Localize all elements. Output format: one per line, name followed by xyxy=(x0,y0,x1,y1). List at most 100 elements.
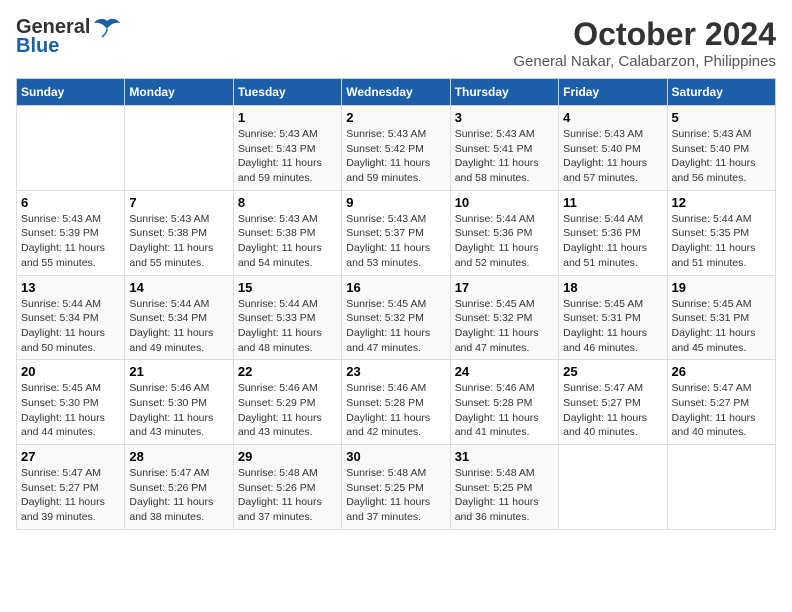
calendar-week-row: 20Sunrise: 5:45 AMSunset: 5:30 PMDayligh… xyxy=(17,360,776,445)
day-number: 30 xyxy=(346,449,445,464)
day-number: 29 xyxy=(238,449,337,464)
title-area: October 2024 General Nakar, Calabarzon, … xyxy=(513,16,776,70)
day-number: 26 xyxy=(672,364,771,379)
day-info: Sunrise: 5:46 AMSunset: 5:28 PMDaylight:… xyxy=(346,381,445,440)
calendar-cell: 30Sunrise: 5:48 AMSunset: 5:25 PMDayligh… xyxy=(342,445,450,530)
day-info: Sunrise: 5:43 AMSunset: 5:41 PMDaylight:… xyxy=(455,127,554,186)
day-info: Sunrise: 5:43 AMSunset: 5:40 PMDaylight:… xyxy=(563,127,662,186)
day-info: Sunrise: 5:47 AMSunset: 5:26 PMDaylight:… xyxy=(129,466,228,525)
calendar-cell: 22Sunrise: 5:46 AMSunset: 5:29 PMDayligh… xyxy=(233,360,341,445)
column-header-monday: Monday xyxy=(125,79,233,106)
day-number: 12 xyxy=(672,195,771,210)
day-info: Sunrise: 5:45 AMSunset: 5:32 PMDaylight:… xyxy=(455,297,554,356)
calendar-cell: 4 Sunrise: 5:43 AMSunset: 5:40 PMDaylight… xyxy=(559,106,667,191)
day-number: 24 xyxy=(455,364,554,379)
day-info: Sunrise: 5:46 AMSunset: 5:30 PMDaylight:… xyxy=(129,381,228,440)
column-header-wednesday: Wednesday xyxy=(342,79,450,106)
day-info: Sunrise: 5:44 AMSunset: 5:34 PMDaylight:… xyxy=(21,297,120,356)
calendar-cell: 3Sunrise: 5:43 AMSunset: 5:41 PMDaylight… xyxy=(450,106,558,191)
logo-blue-text: Blue xyxy=(16,35,59,58)
calendar-cell: 16Sunrise: 5:45 AMSunset: 5:32 PMDayligh… xyxy=(342,275,450,360)
day-info: Sunrise: 5:44 AMSunset: 5:35 PMDaylight:… xyxy=(672,212,771,271)
day-number: 2 xyxy=(346,110,445,125)
calendar-cell: 12 Sunrise: 5:44 AMSunset: 5:35 PMDayligh… xyxy=(667,190,775,275)
calendar-week-row: 6 Sunrise: 5:43 AMSunset: 5:39 PMDaylight… xyxy=(17,190,776,275)
location-title: General Nakar, Calabarzon, Philippines xyxy=(513,53,776,70)
day-number: 28 xyxy=(129,449,228,464)
day-info: Sunrise: 5:45 AMSunset: 5:31 PMDaylight:… xyxy=(672,297,771,356)
day-number: 15 xyxy=(238,280,337,295)
calendar-cell: 25Sunrise: 5:47 AMSunset: 5:27 PMDayligh… xyxy=(559,360,667,445)
calendar-cell: 14Sunrise: 5:44 AMSunset: 5:34 PMDayligh… xyxy=(125,275,233,360)
calendar-cell: 6 Sunrise: 5:43 AMSunset: 5:39 PMDaylight… xyxy=(17,190,125,275)
calendar-cell: 19 Sunrise: 5:45 AMSunset: 5:31 PMDayligh… xyxy=(667,275,775,360)
calendar-cell: 26 Sunrise: 5:47 AMSunset: 5:27 PMDayligh… xyxy=(667,360,775,445)
column-header-sunday: Sunday xyxy=(17,79,125,106)
calendar-week-row: 13Sunrise: 5:44 AMSunset: 5:34 PMDayligh… xyxy=(17,275,776,360)
column-header-tuesday: Tuesday xyxy=(233,79,341,106)
day-number: 19 xyxy=(672,280,771,295)
day-number: 1 xyxy=(238,110,337,125)
day-info: Sunrise: 5:43 AMSunset: 5:40 PMDaylight:… xyxy=(672,127,771,186)
calendar-cell: 7 Sunrise: 5:43 AMSunset: 5:38 PMDaylight… xyxy=(125,190,233,275)
day-info: Sunrise: 5:45 AMSunset: 5:32 PMDaylight:… xyxy=(346,297,445,356)
day-number: 21 xyxy=(129,364,228,379)
day-number: 27 xyxy=(21,449,120,464)
calendar-cell xyxy=(125,106,233,191)
day-info: Sunrise: 5:47 AMSunset: 5:27 PMDaylight:… xyxy=(21,466,120,525)
day-number: 23 xyxy=(346,364,445,379)
day-number: 31 xyxy=(455,449,554,464)
day-info: Sunrise: 5:43 AMSunset: 5:38 PMDaylight:… xyxy=(129,212,228,271)
day-info: Sunrise: 5:46 AMSunset: 5:28 PMDaylight:… xyxy=(455,381,554,440)
column-header-saturday: Saturday xyxy=(667,79,775,106)
day-number: 7 xyxy=(129,195,228,210)
day-info: Sunrise: 5:44 AMSunset: 5:33 PMDaylight:… xyxy=(238,297,337,356)
day-number: 8 xyxy=(238,195,337,210)
calendar-cell: 11Sunrise: 5:44 AMSunset: 5:36 PMDayligh… xyxy=(559,190,667,275)
day-info: Sunrise: 5:44 AMSunset: 5:36 PMDaylight:… xyxy=(455,212,554,271)
day-info: Sunrise: 5:43 AMSunset: 5:38 PMDaylight:… xyxy=(238,212,337,271)
calendar-header-row: SundayMondayTuesdayWednesdayThursdayFrid… xyxy=(17,79,776,106)
calendar-cell: 10 Sunrise: 5:44 AMSunset: 5:36 PMDayligh… xyxy=(450,190,558,275)
day-info: Sunrise: 5:43 AMSunset: 5:37 PMDaylight:… xyxy=(346,212,445,271)
day-number: 6 xyxy=(21,195,120,210)
day-number: 11 xyxy=(563,195,662,210)
calendar-table: SundayMondayTuesdayWednesdayThursdayFrid… xyxy=(16,78,776,530)
calendar-cell: 2 Sunrise: 5:43 AMSunset: 5:42 PMDaylight… xyxy=(342,106,450,191)
day-number: 5 xyxy=(672,110,771,125)
day-info: Sunrise: 5:47 AMSunset: 5:27 PMDaylight:… xyxy=(672,381,771,440)
calendar-cell: 28 Sunrise: 5:47 AMSunset: 5:26 PMDayligh… xyxy=(125,445,233,530)
day-number: 25 xyxy=(563,364,662,379)
calendar-week-row: 27 Sunrise: 5:47 AMSunset: 5:27 PMDayligh… xyxy=(17,445,776,530)
day-info: Sunrise: 5:45 AMSunset: 5:31 PMDaylight:… xyxy=(563,297,662,356)
calendar-cell xyxy=(17,106,125,191)
logo: General Blue xyxy=(16,16,122,58)
calendar-cell: 1Sunrise: 5:43 AMSunset: 5:43 PMDaylight… xyxy=(233,106,341,191)
calendar-cell xyxy=(667,445,775,530)
day-number: 4 xyxy=(563,110,662,125)
logo-bird-icon xyxy=(92,17,122,39)
calendar-cell: 18 Sunrise: 5:45 AMSunset: 5:31 PMDayligh… xyxy=(559,275,667,360)
day-number: 14 xyxy=(129,280,228,295)
calendar-cell: 29 Sunrise: 5:48 AMSunset: 5:26 PMDayligh… xyxy=(233,445,341,530)
day-info: Sunrise: 5:48 AMSunset: 5:25 PMDaylight:… xyxy=(455,466,554,525)
day-info: Sunrise: 5:43 AMSunset: 5:39 PMDaylight:… xyxy=(21,212,120,271)
page-header: General Blue October 2024 General Nakar,… xyxy=(16,16,776,70)
day-number: 10 xyxy=(455,195,554,210)
column-header-thursday: Thursday xyxy=(450,79,558,106)
day-number: 18 xyxy=(563,280,662,295)
calendar-cell: 8 Sunrise: 5:43 AMSunset: 5:38 PMDaylight… xyxy=(233,190,341,275)
day-info: Sunrise: 5:46 AMSunset: 5:29 PMDaylight:… xyxy=(238,381,337,440)
calendar-cell: 27 Sunrise: 5:47 AMSunset: 5:27 PMDayligh… xyxy=(17,445,125,530)
calendar-cell: 24 Sunrise: 5:46 AMSunset: 5:28 PMDayligh… xyxy=(450,360,558,445)
day-number: 20 xyxy=(21,364,120,379)
day-info: Sunrise: 5:48 AMSunset: 5:26 PMDaylight:… xyxy=(238,466,337,525)
calendar-cell: 5 Sunrise: 5:43 AMSunset: 5:40 PMDaylight… xyxy=(667,106,775,191)
calendar-cell: 20Sunrise: 5:45 AMSunset: 5:30 PMDayligh… xyxy=(17,360,125,445)
day-info: Sunrise: 5:43 AMSunset: 5:42 PMDaylight:… xyxy=(346,127,445,186)
calendar-cell xyxy=(559,445,667,530)
calendar-cell: 9Sunrise: 5:43 AMSunset: 5:37 PMDaylight… xyxy=(342,190,450,275)
calendar-week-row: 1Sunrise: 5:43 AMSunset: 5:43 PMDaylight… xyxy=(17,106,776,191)
calendar-cell: 23 Sunrise: 5:46 AMSunset: 5:28 PMDayligh… xyxy=(342,360,450,445)
calendar-cell: 17Sunrise: 5:45 AMSunset: 5:32 PMDayligh… xyxy=(450,275,558,360)
